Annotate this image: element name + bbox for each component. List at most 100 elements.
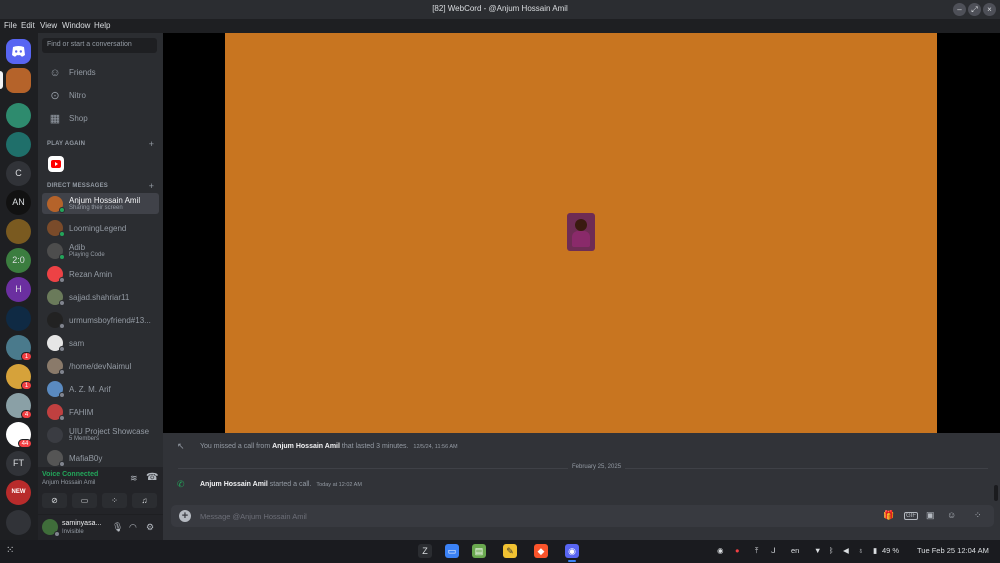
server-icon[interactable]: AN bbox=[6, 190, 31, 215]
bluetooth-icon[interactable]: ᛒ bbox=[829, 546, 834, 555]
server-icon[interactable]: 2:0 bbox=[6, 248, 31, 273]
server-icon[interactable]: H bbox=[6, 277, 31, 302]
unread-badge: 1 bbox=[21, 381, 32, 390]
maximize-button[interactable]: ⤢ bbox=[968, 3, 981, 16]
close-button[interactable]: × bbox=[983, 3, 996, 16]
status-offline-icon bbox=[59, 277, 65, 283]
camera-off-button[interactable]: ⊘ bbox=[42, 493, 67, 508]
shared-screen-video[interactable] bbox=[225, 33, 937, 433]
server-icon[interactable]: NEW bbox=[6, 480, 31, 505]
dm-item[interactable]: sam bbox=[42, 332, 159, 353]
record-tray-icon[interactable]: ● bbox=[735, 546, 740, 555]
phone-icon: ✆ bbox=[177, 479, 185, 489]
menu-file[interactable]: File bbox=[4, 21, 17, 30]
notes-icon[interactable]: ✎ bbox=[503, 544, 517, 558]
friends-icon: ☺ bbox=[49, 67, 61, 79]
files-icon[interactable]: ▭ bbox=[445, 544, 459, 558]
tray-icon[interactable]: ᒍ bbox=[771, 546, 776, 555]
network-tray-icon[interactable]: ⤒ bbox=[755, 546, 758, 556]
nav-friends[interactable]: ☺ Friends bbox=[42, 63, 159, 83]
dm-item[interactable]: MafiaB0y bbox=[42, 447, 159, 468]
wifi-icon[interactable]: ▼ bbox=[814, 546, 821, 555]
system-message-call-started: ✆ Anjum Hossain Amil started a call. Tod… bbox=[177, 479, 362, 489]
sticker-icon[interactable]: ▣ bbox=[926, 510, 935, 521]
noise-suppression-icon[interactable]: ≋ bbox=[130, 473, 138, 484]
server-icon[interactable] bbox=[6, 306, 31, 331]
youtube-icon[interactable] bbox=[48, 156, 64, 172]
microphone-icon[interactable]: 🎙 bbox=[112, 522, 123, 533]
section-direct-messages: DIRECT MESSAGES bbox=[47, 183, 109, 189]
minimize-button[interactable]: – bbox=[953, 3, 966, 16]
attach-plus-icon[interactable]: + bbox=[179, 510, 191, 522]
server-icon[interactable] bbox=[6, 132, 31, 157]
dm-item[interactable]: Anjum Hossain Amil Sharing their screen bbox=[42, 193, 159, 214]
voice-status: Voice Connected bbox=[42, 471, 99, 478]
soundboard-button[interactable]: ♫ bbox=[132, 493, 157, 508]
battery-level: 49 % bbox=[882, 546, 900, 555]
server-icon[interactable]: C bbox=[6, 161, 31, 186]
share-screen-button[interactable]: ▭ bbox=[72, 493, 97, 508]
search-input[interactable]: Find or start a conversation bbox=[42, 38, 157, 53]
user-status: Invisible bbox=[62, 529, 84, 535]
dm-item[interactable]: LoomingLegend bbox=[42, 217, 159, 238]
dm-item[interactable]: urmumsboyfriend#13... bbox=[42, 309, 159, 330]
voice-channel: Anjum Hossain Amil bbox=[42, 480, 96, 486]
headphones-icon[interactable]: ◠ bbox=[129, 522, 137, 533]
server-icon[interactable] bbox=[6, 103, 31, 128]
message-composer[interactable]: + Message @Anjum Hossain Amil 🎁 GIF ▣ ☺ … bbox=[171, 505, 994, 527]
keyboard-language[interactable]: en bbox=[791, 546, 799, 555]
dm-item[interactable]: FAHIM bbox=[42, 401, 159, 422]
home-discord-icon[interactable] bbox=[6, 39, 31, 64]
new-dm-icon[interactable]: + bbox=[149, 181, 154, 191]
window-title: [82] WebCord - @Anjum Hossain Amil bbox=[432, 4, 568, 13]
discord-tray-icon[interactable]: ◉ bbox=[717, 546, 724, 555]
zed-icon[interactable]: Z bbox=[418, 544, 432, 558]
nav-nitro[interactable]: ⊙ Nitro bbox=[42, 86, 159, 106]
participant-tile[interactable] bbox=[567, 213, 595, 251]
status-invisible-icon bbox=[54, 531, 60, 537]
app-grid-icon[interactable]: ⁙ bbox=[6, 545, 14, 556]
dm-item[interactable]: UIU Project Showcase 5 Members bbox=[42, 424, 159, 445]
volume-icon[interactable]: ◀ bbox=[843, 546, 849, 555]
microphone-tray-icon[interactable]: ♁ bbox=[858, 546, 864, 555]
menu-help[interactable]: Help bbox=[94, 21, 110, 30]
clock[interactable]: Tue Feb 25 12:04 AM bbox=[917, 546, 989, 555]
menu-view[interactable]: View bbox=[40, 21, 57, 30]
activities-button[interactable]: ⁘ bbox=[102, 493, 127, 508]
explore-compass-icon[interactable] bbox=[6, 510, 31, 535]
disconnect-icon[interactable]: ☎ bbox=[146, 472, 158, 483]
battery-icon[interactable]: ▮ bbox=[873, 546, 877, 555]
emoji-icon[interactable]: ☺ bbox=[947, 510, 956, 520]
dm-avatar-anjum[interactable] bbox=[6, 68, 31, 93]
gif-icon[interactable]: GIF bbox=[904, 512, 918, 520]
dm-item[interactable]: A. Z. M. Arif bbox=[42, 378, 159, 399]
add-icon[interactable]: + bbox=[149, 139, 154, 149]
webcord-icon[interactable]: ◉ bbox=[565, 544, 579, 558]
menu-window[interactable]: Window bbox=[62, 21, 90, 30]
dm-item[interactable]: /home/devNaimul bbox=[42, 355, 159, 376]
brave-browser-icon[interactable]: ◆ bbox=[534, 544, 548, 558]
caller-name[interactable]: Anjum Hossain Amil bbox=[272, 443, 340, 450]
running-indicator bbox=[568, 560, 576, 562]
server-icon[interactable] bbox=[6, 219, 31, 244]
caller-name[interactable]: Anjum Hossain Amil bbox=[200, 481, 268, 488]
nav-shop[interactable]: ▦ Shop bbox=[42, 109, 159, 129]
apps-icon[interactable]: ⁘ bbox=[974, 510, 982, 521]
message-input[interactable]: Message @Anjum Hossain Amil bbox=[200, 512, 307, 521]
gift-icon[interactable]: 🎁 bbox=[883, 510, 894, 521]
status-offline-icon bbox=[59, 346, 65, 352]
status-online-icon bbox=[59, 207, 65, 213]
group-avatar bbox=[47, 427, 63, 443]
store-icon[interactable]: ▤ bbox=[472, 544, 486, 558]
status-offline-icon bbox=[59, 300, 65, 306]
dm-item[interactable]: Adib Playing Code bbox=[42, 240, 159, 261]
system-taskbar: ⁙ Z ▭ ▤ ✎ ◆ ◉ ◉ ● ⤒ ᒍ en ▼ ᛒ ◀ ♁ ▮ 49 % … bbox=[0, 540, 1000, 563]
user-name: saminyasa... bbox=[62, 520, 102, 527]
dm-item[interactable]: sajjad.shahriar11 bbox=[42, 286, 159, 307]
settings-gear-icon[interactable]: ⚙ bbox=[146, 522, 154, 533]
scrollbar[interactable] bbox=[994, 485, 998, 501]
status-online-icon bbox=[59, 231, 65, 237]
menu-edit[interactable]: Edit bbox=[21, 21, 35, 30]
dm-item[interactable]: Rezan Amin bbox=[42, 263, 159, 284]
server-icon[interactable]: FT bbox=[6, 451, 31, 476]
